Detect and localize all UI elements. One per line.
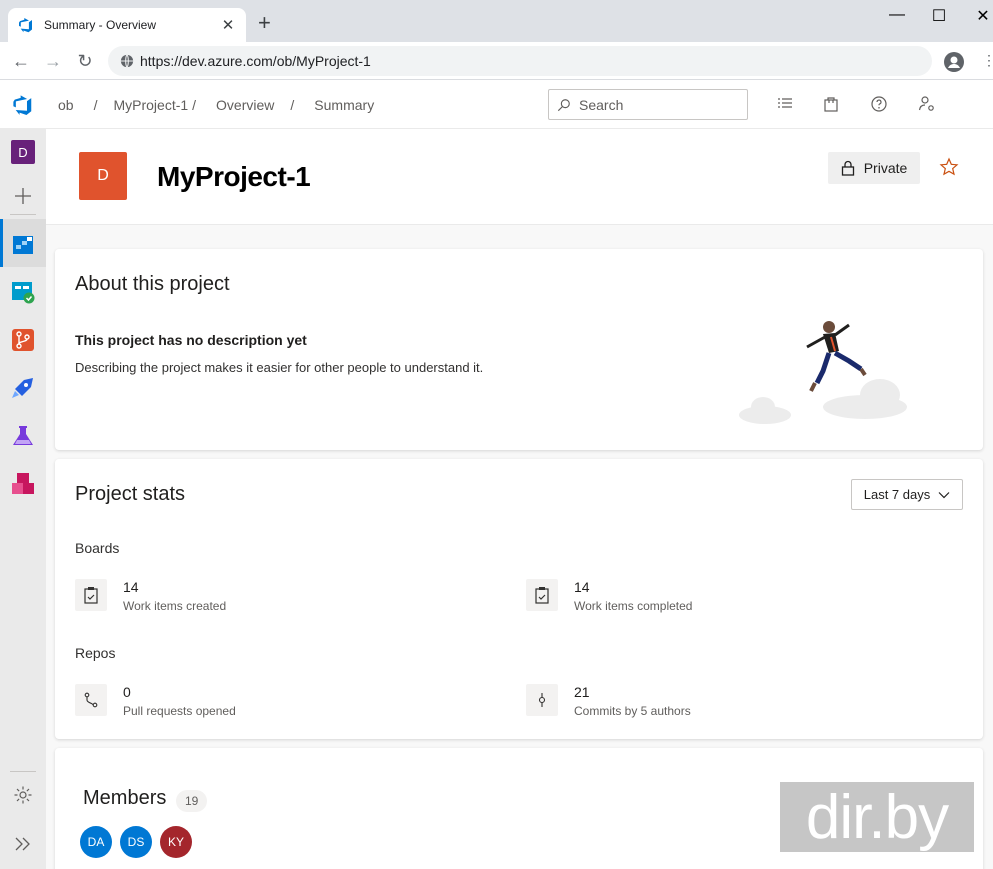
work-item-icon [526,579,558,611]
stat-pull-requests[interactable]: 0 Pull requests opened [75,684,236,718]
search-placeholder: Search [579,96,624,113]
stat-label: Work items created [123,599,227,613]
repos-section-label: Repos [75,645,116,661]
nav-divider [10,771,36,772]
project-header: D MyProject-1 Private [46,129,993,225]
main-content: D MyProject-1 Private About this project… [46,129,993,869]
stat-value: 21 [574,684,590,700]
members-count-badge: 19 [176,790,208,812]
favorite-star-icon[interactable] [939,157,959,177]
org-avatar[interactable]: D [11,140,35,164]
breadcrumb-separator: / [93,97,98,113]
chevron-down-icon [938,491,950,498]
task-list-icon[interactable] [776,95,794,113]
stat-value: 14 [123,579,139,595]
breadcrumb-org[interactable]: ob [58,97,74,113]
stat-value: 14 [574,579,590,595]
tab-title: Summary - Overview [44,18,157,32]
stat-value: 0 [123,684,131,700]
about-title: About this project [75,273,230,295]
shopping-bag-icon[interactable] [822,95,840,113]
stat-commits[interactable]: 21 Commits by 5 authors [526,684,691,718]
azure-devops-logo-icon[interactable] [12,94,34,116]
test-plans-icon[interactable] [11,424,35,448]
breadcrumb-separator: / [192,97,197,113]
left-navigation: D [0,129,46,869]
stat-work-items-completed[interactable]: 14 Work items completed [526,579,692,613]
forward-button[interactable]: → [43,51,63,71]
lock-icon [841,160,854,176]
address-bar-row: ← → ↻ https://dev.azure.com/ob/MyProject… [0,42,993,80]
date-range-dropdown[interactable]: Last 7 days [851,479,963,510]
boards-icon[interactable] [11,280,35,304]
jumping-person-illustration [739,321,907,424]
globe-icon [120,54,134,68]
breadcrumb-summary[interactable]: Summary [314,97,374,113]
stat-label: Commits by 5 authors [574,704,691,718]
about-subtitle: This project has no description yet [75,332,307,348]
project-avatar: D [79,152,127,200]
browser-tab[interactable]: Summary - Overview ✕ [8,8,246,42]
stat-work-items-created[interactable]: 14 Work items created [75,579,226,613]
breadcrumb-overview[interactable]: Overview [216,97,274,113]
minimize-button[interactable]: — [886,6,908,24]
search-icon [557,98,570,111]
work-item-icon [75,579,107,611]
overview-icon[interactable] [11,232,35,256]
member-avatar[interactable]: DA [80,826,112,858]
member-avatar[interactable]: KY [160,826,192,858]
browser-tab-bar: Summary - Overview ✕ + — ☐ ✕ [0,0,993,42]
members-title: Members [83,787,167,809]
breadcrumb-project[interactable]: MyProject-1 [113,97,188,113]
back-button[interactable]: ← [11,51,31,71]
tab-close-icon[interactable]: ✕ [220,16,236,34]
watermark: dir.by [780,782,974,852]
nav-divider [10,214,36,215]
visibility-label: Private [863,160,908,176]
add-icon[interactable] [11,184,35,208]
page-title: MyProject-1 [157,161,311,192]
url-text: https://dev.azure.com/ob/MyProject-1 [140,53,371,69]
search-input[interactable]: Search [548,89,748,120]
stats-title: Project stats [75,483,186,505]
about-card: About this project This project has no d… [55,249,983,450]
artifacts-icon[interactable] [11,472,35,496]
maximize-button[interactable]: ☐ [928,6,950,26]
app-header: ob / MyProject-1 / Overview / Summary Se… [0,81,993,129]
breadcrumb-separator: / [290,97,295,113]
member-avatar[interactable]: DS [120,826,152,858]
profile-icon[interactable] [944,52,964,72]
date-range-label: Last 7 days [863,487,931,502]
url-field[interactable]: https://dev.azure.com/ob/MyProject-1 [108,46,932,76]
pipelines-icon[interactable] [11,376,35,400]
boards-section-label: Boards [75,540,120,556]
help-icon[interactable] [870,95,888,113]
project-stats-card: Project stats Last 7 days Boards 14 Work… [55,459,983,739]
new-tab-button[interactable]: + [258,12,271,34]
user-settings-icon[interactable] [918,95,936,113]
close-window-button[interactable]: ✕ [972,6,993,26]
private-button[interactable]: Private [828,152,920,184]
commit-icon [526,684,558,716]
settings-icon[interactable] [13,785,33,805]
browser-menu-icon[interactable]: ⋮ [982,52,993,69]
reload-button[interactable]: ↻ [75,51,95,71]
pull-request-icon [75,684,107,716]
expand-icon[interactable] [13,834,33,854]
azure-devops-favicon-icon [19,18,32,33]
stat-label: Pull requests opened [123,704,236,718]
breadcrumb: ob / MyProject-1 / Overview / Summary [58,97,374,113]
repos-icon[interactable] [11,328,35,352]
about-description: Describing the project makes it easier f… [75,360,484,375]
stat-label: Work items completed [574,599,693,613]
